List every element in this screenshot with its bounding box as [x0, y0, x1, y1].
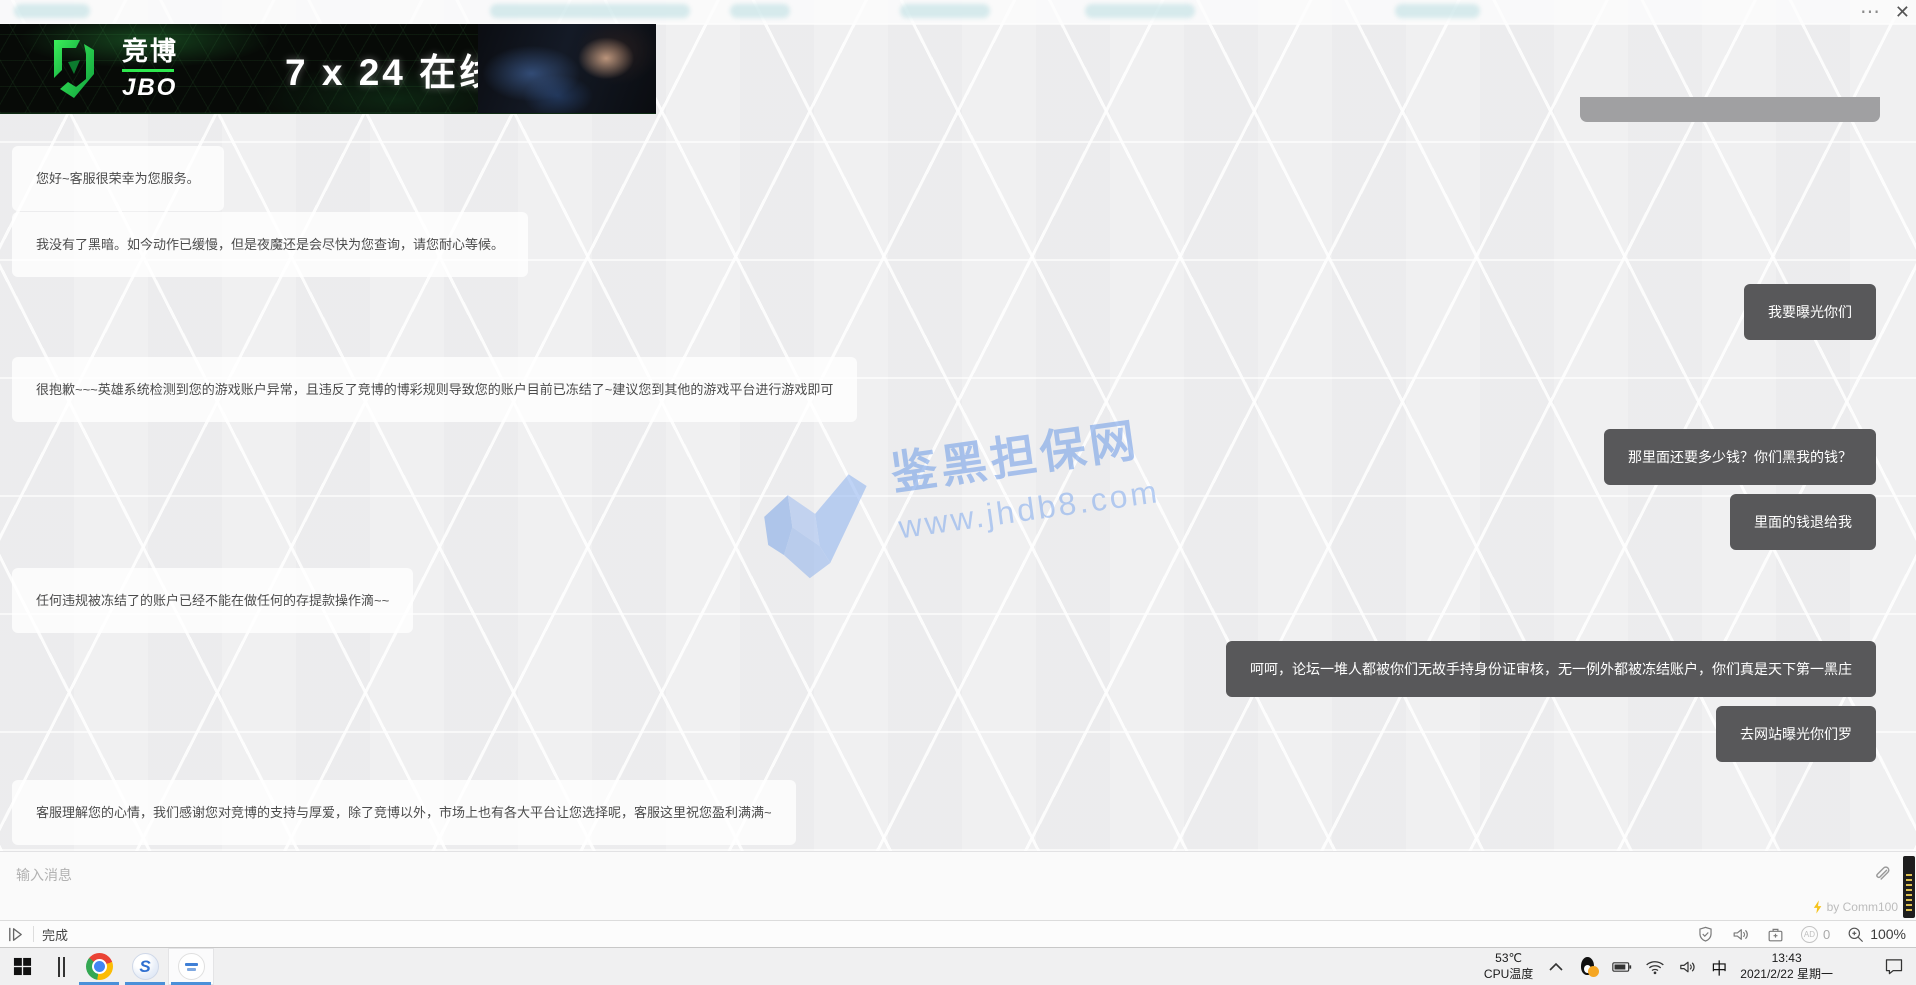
- zoom-level: 100%: [1870, 926, 1906, 942]
- ad-blocker-badge[interactable]: AD 0: [1801, 926, 1830, 943]
- lightning-icon: [1813, 900, 1823, 914]
- chat-message-list: 您好~客服很荣幸为您服务。 我没有了黑暗。如今动作已缓慢，但是夜魔还是会尽快为您…: [0, 0, 1916, 985]
- tray-time: 13:43: [1740, 951, 1833, 967]
- zoom-icon: [1846, 925, 1865, 944]
- security-shield-icon[interactable]: [1696, 925, 1715, 944]
- user-message: 呵呵，论坛一堆人都被你们无故手持身份证审核，无一例外都被冻结账户，你们真是天下第…: [1226, 641, 1876, 697]
- qq-icon: [1579, 957, 1599, 977]
- action-center-button[interactable]: [1884, 957, 1904, 977]
- agent-message: 很抱歉~~~英雄系统检测到您的游戏账户异常，且违反了竞博的博彩规则导致您的账户目…: [12, 357, 857, 422]
- wifi-icon: [1645, 959, 1665, 975]
- notification-icon: [1884, 957, 1904, 976]
- scroll-indicator-strip[interactable]: [1903, 856, 1915, 918]
- windows-logo-icon: [13, 957, 32, 976]
- taskbar-app-chrome[interactable]: [76, 948, 122, 985]
- message-input[interactable]: [16, 860, 1766, 890]
- cpu-temp-value: 53℃: [1484, 951, 1533, 967]
- toolbox-plus-icon[interactable]: [1766, 925, 1785, 944]
- user-message: 我要曝光你们: [1744, 284, 1876, 340]
- attachment-icon[interactable]: [1872, 864, 1892, 884]
- screen: ⋯ ✕ 竞博 JBO 7 x 24 在线客服: [0, 0, 1916, 985]
- page-load-icon: [6, 925, 25, 944]
- chevron-up-icon: [1548, 962, 1564, 972]
- page-status-text: 完成: [42, 925, 68, 944]
- agent-message: 客服理解您的心情，我们感谢您对竞博的支持与厚爱，除了竞博以外，市场上也有各大平台…: [12, 780, 796, 845]
- speaker-icon: [1678, 959, 1698, 975]
- user-message: 去网站曝光你们罗: [1716, 706, 1876, 762]
- statusbar-divider: [33, 926, 34, 942]
- system-tray: 53℃ CPU温度: [1484, 948, 1916, 985]
- zoom-control[interactable]: 100%: [1846, 925, 1906, 944]
- tray-battery[interactable]: [1612, 957, 1632, 977]
- user-message: 里面的钱退给我: [1730, 494, 1876, 550]
- user-message: 那里面还要多少钱？你们黑我的钱？: [1604, 429, 1876, 485]
- tray-network[interactable]: [1645, 957, 1665, 977]
- scroll-ticks: [1906, 874, 1912, 912]
- message-composer: by Comm100: [0, 851, 1916, 920]
- taskbar-separator: [58, 957, 66, 977]
- start-button[interactable]: [0, 948, 44, 985]
- battery-icon: [1612, 961, 1632, 973]
- cpu-temperature: 53℃ CPU温度: [1484, 951, 1533, 982]
- agent-message: 您好~客服很荣幸为您服务。: [12, 146, 224, 211]
- chrome-icon: [86, 953, 113, 980]
- agent-message: 我没有了黑暗。如今动作已缓慢，但是夜魔还是会尽快为您查询，请您耐心等候。: [12, 212, 528, 277]
- taskbar-app-sogou[interactable]: S: [122, 948, 168, 985]
- sogou-browser-icon: S: [132, 953, 159, 980]
- cpu-temp-label: CPU温度: [1484, 967, 1533, 983]
- statusbar-right: AD 0 100%: [1696, 925, 1916, 944]
- ad-icon: AD: [1801, 926, 1818, 943]
- comm100-branding: by Comm100: [1813, 900, 1898, 914]
- agent-message: 任何违规被冻结了的账户已经不能在做任何的存提款操作滴~~: [12, 568, 413, 633]
- ime-indicator[interactable]: 中: [1711, 955, 1727, 979]
- tray-qq[interactable]: [1579, 957, 1599, 977]
- ad-count: 0: [1823, 927, 1830, 942]
- tray-volume[interactable]: [1678, 957, 1698, 977]
- sound-icon[interactable]: [1731, 925, 1750, 944]
- taskbar: S 53℃ CPU温度: [0, 948, 1916, 985]
- partial-message-bubble: [1580, 97, 1880, 122]
- branding-label: by Comm100: [1827, 900, 1898, 914]
- tray-date: 2021/2/22 星期一: [1740, 967, 1833, 983]
- taskbar-app-icon: [178, 953, 205, 980]
- taskbar-app-current[interactable]: [168, 948, 214, 985]
- tray-clock[interactable]: 13:43 2021/2/22 星期一: [1740, 951, 1833, 982]
- tray-expand-button[interactable]: [1546, 957, 1566, 977]
- statusbar-left: 完成: [0, 925, 68, 944]
- browser-statusbar: 完成 AD 0 1: [0, 920, 1916, 948]
